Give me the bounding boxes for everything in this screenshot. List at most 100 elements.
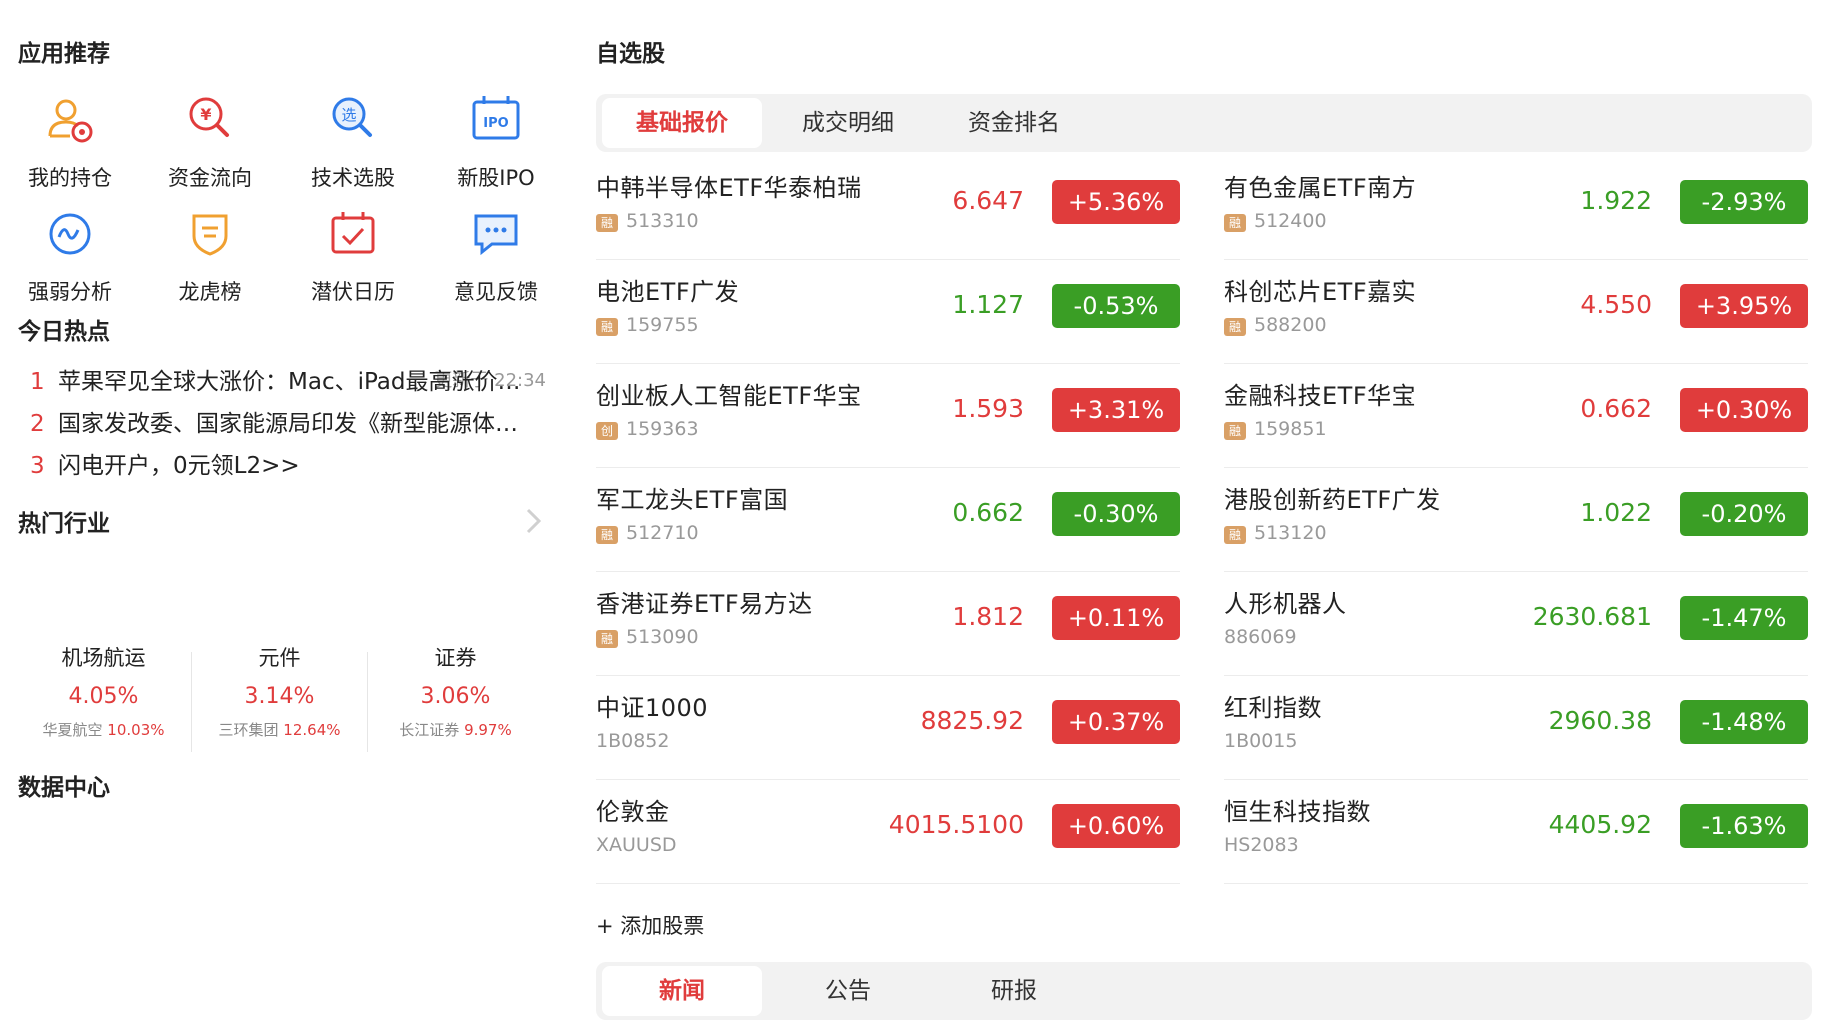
quote-change-badge: +3.31% bbox=[1052, 388, 1180, 432]
tab-research[interactable]: 研报 bbox=[934, 966, 1094, 1016]
quote-row[interactable]: 科创芯片ETF嘉实融 588200 4.550 +3.95% bbox=[1224, 260, 1808, 364]
news-text: 闪电开户，0元领L2>> bbox=[58, 453, 300, 479]
quote-name: 创业板人工智能ETF华宝 bbox=[596, 382, 862, 410]
app-new-ipo[interactable]: IPO 新股IPO bbox=[426, 90, 566, 192]
add-stock-button[interactable]: + 添加股票 bbox=[596, 910, 704, 940]
industry-card[interactable]: 证券 3.06% 长江证券 9.97% bbox=[368, 642, 543, 740]
quote-price: 0.662 bbox=[1580, 394, 1652, 423]
quote-name: 中证1000 bbox=[596, 694, 709, 722]
app-label: 新股IPO bbox=[457, 166, 535, 190]
quote-name: 港股创新药ETF广发 bbox=[1224, 486, 1441, 514]
quote-row[interactable]: 中证1000 1B0852 8825.92 +0.37% bbox=[596, 676, 1180, 780]
quote-change-badge: +0.60% bbox=[1052, 804, 1180, 848]
industry-name: 证券 bbox=[434, 646, 477, 670]
industry-lead-stock: 长江证券 9.97% bbox=[399, 721, 512, 739]
hot-title: 今日热点 bbox=[18, 319, 110, 345]
data-center-title[interactable]: 数据中心 bbox=[18, 768, 110, 802]
app-label: 潜伏日历 bbox=[311, 280, 395, 304]
quote-code: 512400 bbox=[1254, 210, 1327, 232]
watchlist-tabs: 基础报价 成交明细 资金排名 bbox=[596, 94, 1812, 152]
news-rank: 1 bbox=[30, 369, 45, 395]
margin-badge: 融 bbox=[1224, 214, 1246, 232]
app-label: 技术选股 bbox=[311, 166, 395, 190]
app-tech-select[interactable]: 选 技术选股 bbox=[283, 90, 423, 192]
quote-change-badge: +5.36% bbox=[1052, 180, 1180, 224]
app-latent-calendar[interactable]: 潜伏日历 bbox=[283, 204, 423, 306]
hot-news-item[interactable]: 3 闪电开户，0元领L2>> bbox=[30, 446, 540, 480]
industry-card[interactable]: 元件 3.14% 三环集团 12.64% bbox=[192, 642, 367, 740]
margin-badge: 融 bbox=[1224, 526, 1246, 544]
tab-fund-rank[interactable]: 资金排名 bbox=[934, 98, 1094, 148]
quote-name: 香港证券ETF易方达 bbox=[596, 590, 813, 618]
left-panel: 应用推荐 我的持仓 ¥ 资金流向 选 技术选股 IPO 新股IPO 强弱分析 龙… bbox=[0, 0, 560, 986]
quote-change-badge: -0.53% bbox=[1052, 284, 1180, 328]
quote-price: 4405.92 bbox=[1548, 810, 1652, 839]
quote-price: 0.662 bbox=[952, 498, 1024, 527]
tab-trade-detail[interactable]: 成交明细 bbox=[768, 98, 928, 148]
quote-price: 1.922 bbox=[1580, 186, 1652, 215]
margin-badge: 创 bbox=[596, 422, 618, 440]
quote-change-badge: +0.30% bbox=[1680, 388, 1808, 432]
quote-code: 159755 bbox=[626, 314, 699, 336]
tab-basic-quote[interactable]: 基础报价 bbox=[602, 98, 762, 148]
hot-news-item[interactable]: 2 国家发改委、国家能源局印发《新型能源体系… bbox=[30, 404, 540, 438]
quote-change-badge: +0.11% bbox=[1052, 596, 1180, 640]
chevron-right-icon[interactable] bbox=[524, 506, 544, 536]
quote-row[interactable]: 军工龙头ETF富国融 512710 0.662 -0.30% bbox=[596, 468, 1180, 572]
quote-row[interactable]: 恒生科技指数 HS2083 4405.92 -1.63% bbox=[1224, 780, 1808, 884]
user-position-icon bbox=[48, 99, 93, 143]
quote-change-badge: +0.37% bbox=[1052, 700, 1180, 744]
quote-change-badge: +3.95% bbox=[1680, 284, 1808, 328]
app-money-flow[interactable]: ¥ 资金流向 bbox=[140, 90, 280, 192]
quote-row[interactable]: 人形机器人 886069 2630.681 -1.47% bbox=[1224, 572, 1808, 676]
industry-pct: 4.05% bbox=[68, 684, 139, 709]
app-feedback[interactable]: 意见反馈 bbox=[426, 204, 566, 306]
industry-lead-stock: 华夏航空 10.03% bbox=[42, 721, 165, 739]
quote-code: HS2083 bbox=[1224, 834, 1299, 856]
quote-code: 513120 bbox=[1254, 522, 1327, 544]
quote-name: 红利指数 bbox=[1224, 694, 1322, 722]
news-text: 苹果罕见全球大涨价：Mac、iPad最高涨价… bbox=[58, 369, 521, 395]
quote-price: 6.647 bbox=[952, 186, 1024, 215]
quote-row[interactable]: 中韩半导体ETF华泰柏瑞融 513310 6.647 +5.36% bbox=[596, 156, 1180, 260]
news-tabs: 新闻 公告 研报 bbox=[596, 962, 1812, 1020]
quote-row[interactable]: 香港证券ETF易方达融 513090 1.812 +0.11% bbox=[596, 572, 1180, 676]
app-dragon-tiger[interactable]: 龙虎榜 bbox=[140, 204, 280, 306]
quote-code: 513310 bbox=[626, 210, 699, 232]
quote-change-badge: -1.47% bbox=[1680, 596, 1808, 640]
industry-name: 元件 bbox=[258, 646, 301, 670]
quote-code: 886069 bbox=[1224, 626, 1297, 648]
quote-code: 1B0852 bbox=[596, 730, 670, 752]
quote-price: 8825.92 bbox=[920, 706, 1024, 735]
industry-pct: 3.14% bbox=[244, 684, 315, 709]
industry-card[interactable]: 机场航运 4.05% 华夏航空 10.03% bbox=[16, 642, 191, 740]
quote-row[interactable]: 红利指数 1B0015 2960.38 -1.48% bbox=[1224, 676, 1808, 780]
feedback-chat-icon bbox=[474, 214, 518, 256]
quote-row[interactable]: 伦敦金 XAUUSD 4015.5100 +0.60% bbox=[596, 780, 1180, 884]
app-strength-analysis[interactable]: 强弱分析 bbox=[0, 204, 140, 306]
apps-title: 应用推荐 bbox=[18, 41, 110, 67]
watchlist-panel: 自选股 基础报价 成交明细 资金排名 中韩半导体ETF华泰柏瑞融 513310 6.… bbox=[596, 0, 1816, 1020]
quote-row[interactable]: 有色金属ETF南方融 512400 1.922 -2.93% bbox=[1224, 156, 1808, 260]
hot-news-item[interactable]: 1 苹果罕见全球大涨价：Mac、iPad最高涨价… bbox=[30, 362, 540, 396]
quote-price: 1.127 bbox=[952, 290, 1024, 319]
ipo-icon: IPO bbox=[472, 96, 520, 140]
quote-price: 2960.38 bbox=[1548, 706, 1652, 735]
quote-name: 电池ETF广发 bbox=[596, 278, 740, 306]
app-my-position[interactable]: 我的持仓 bbox=[0, 90, 140, 192]
divider bbox=[596, 883, 1180, 884]
quote-name: 中韩半导体ETF华泰柏瑞 bbox=[596, 174, 862, 202]
quote-row[interactable]: 创业板人工智能ETF华宝创 159363 1.593 +3.31% bbox=[596, 364, 1180, 468]
svg-text:选: 选 bbox=[341, 106, 356, 124]
margin-badge: 融 bbox=[596, 318, 618, 336]
quote-change-badge: -2.93% bbox=[1680, 180, 1808, 224]
app-label: 我的持仓 bbox=[28, 166, 112, 190]
quote-row[interactable]: 电池ETF广发融 159755 1.127 -0.53% bbox=[596, 260, 1180, 364]
quote-change-badge: -0.30% bbox=[1052, 492, 1180, 536]
quote-row[interactable]: 港股创新药ETF广发融 513120 1.022 -0.20% bbox=[1224, 468, 1808, 572]
quote-name: 恒生科技指数 bbox=[1224, 798, 1371, 826]
tab-news[interactable]: 新闻 bbox=[602, 966, 762, 1016]
quote-row[interactable]: 金融科技ETF华宝融 159851 0.662 +0.30% bbox=[1224, 364, 1808, 468]
tab-announcement[interactable]: 公告 bbox=[768, 966, 928, 1016]
quote-price: 2630.681 bbox=[1532, 602, 1652, 631]
